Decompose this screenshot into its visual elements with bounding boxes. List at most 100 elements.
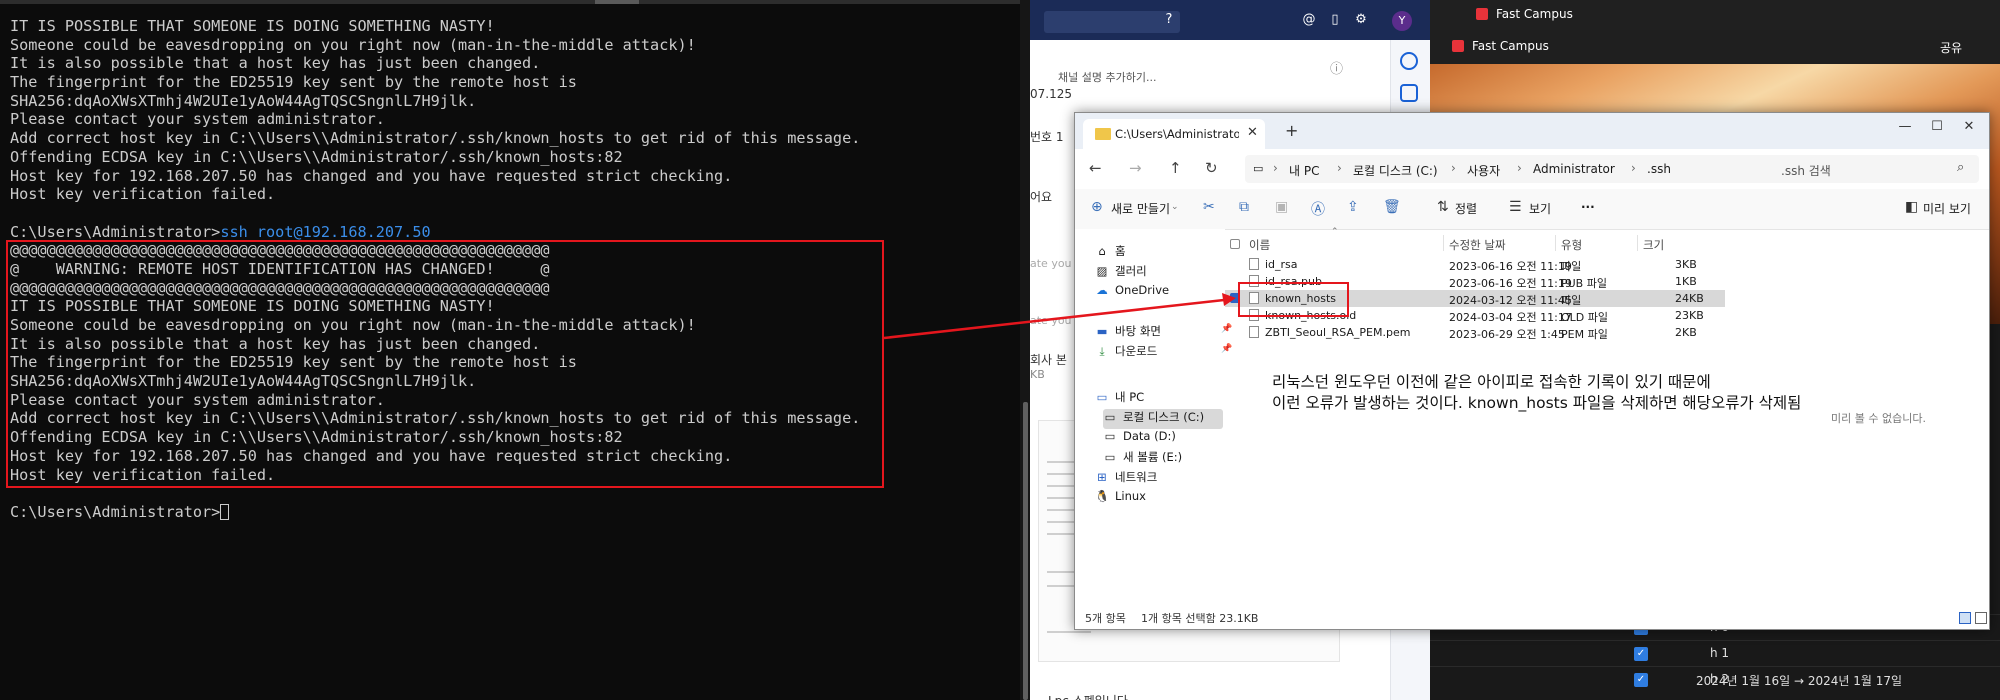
fastcampus-logo-icon [1452,40,1464,52]
file-row[interactable]: id_rsa 2023-06-16 오전 11:19 파일 3KB [1225,256,1725,273]
file-size: 2KB [1675,326,1697,339]
sidebar-item-label: 갤러리 [1115,264,1147,278]
gear-icon[interactable]: ⚙ [1352,11,1370,29]
more-button[interactable]: ··· [1581,200,1595,214]
breadcrumb-item[interactable]: 내 PC [1289,162,1319,179]
new-button[interactable]: 새로 만들기 [1111,200,1170,217]
preview-button[interactable]: 미리 보기 [1923,200,1971,217]
file-type: PUB 파일 [1561,277,1607,290]
checkbox-checked[interactable]: ✓ [1634,673,1648,687]
search-icon[interactable]: ⌕ [1957,160,1964,175]
breadcrumb-item[interactable]: 로컬 디스크 (C:) [1353,162,1438,179]
rename-icon[interactable]: Ⓐ [1311,199,1325,219]
avatar[interactable]: Y [1392,11,1412,31]
info-icon[interactable]: ⓘ [1330,58,1343,77]
channel-description-placeholder[interactable]: 채널 설명 추가하기... [1058,69,1156,85]
file-date: 2024-03-12 오전 11:45 [1449,294,1572,307]
status-selection: 1개 항목 선택함 23.1KB [1141,612,1259,625]
file-explorer-window[interactable]: C:\Users\Administrator\.ssh ✕ + — ☐ ✕ ← … [1074,112,1990,630]
bookmark-icon[interactable]: ▯ [1326,11,1344,29]
details-view-icon[interactable] [1959,612,1971,624]
view-icon: ☰ [1509,199,1522,215]
search-input[interactable]: .ssh 검색 [1781,162,1831,179]
cut-icon[interactable]: ✂ [1203,199,1215,215]
file-icon [1249,326,1259,338]
address-bar[interactable]: ▭ › 내 PC › 로컬 디스크 (C:) › 사용자 › Administr… [1245,155,1835,183]
terminal-window[interactable]: IT IS POSSIBLE THAT SOMEONE IS DOING SOM… [0,0,1030,700]
file-row[interactable]: ZBTI_Seoul_RSA_PEM.pem 2023-06-29 오전 1:4… [1225,324,1725,341]
file-size: 23KB [1675,309,1704,322]
breadcrumb-item[interactable]: 사용자 [1467,162,1500,179]
column-header-name[interactable]: 이름 [1249,237,1270,253]
app-icon[interactable] [1400,52,1418,70]
mention-icon[interactable]: @ [1300,11,1318,29]
column-header-date[interactable]: 수정한 날짜 [1449,237,1506,253]
table-row[interactable]: h 2 ✓ 2024년 1월 16일 → 2024년 1월 17일 [1430,666,2000,693]
navigation-pane: ⌂ 홈 ▨ 갤러리 ☁ OneDrive ▬ 바탕 화면 📌 ⤓ 다운로드 📌 ▭ 내 PC ▭… [1075,229,1232,595]
column-header-size[interactable]: 크기 [1643,237,1664,253]
share-icon[interactable]: ⇪ [1347,199,1359,215]
column-header-type[interactable]: 유형 [1561,237,1582,253]
sidebar-item-drive-c[interactable]: ▭ 로컬 디스크 (C:) [1103,409,1223,429]
terminal-final-prompt-line[interactable]: C:\Users\Administrator> [10,503,860,522]
checkbox-checked[interactable]: ✓ [1634,647,1648,661]
sidebar-item-this-pc[interactable]: ▭ 내 PC [1095,389,1235,409]
refresh-icon[interactable]: ↻ [1205,159,1218,177]
network-icon: ⊞ [1097,470,1107,484]
background-text-fragment: 번호 1 [1030,130,1064,144]
sidebar-item-downloads[interactable]: ⤓ 다운로드 📌 [1095,343,1235,363]
maximize-icon[interactable]: ☐ [1927,119,1947,134]
home-icon: ⌂ [1098,244,1106,258]
terminal-scrollbar-thumb[interactable] [1023,402,1028,700]
file-size: 3KB [1675,258,1697,271]
sidebar-item-drive-e[interactable]: ▭ 새 볼륨 (E:) [1103,449,1243,469]
terminal-tab[interactable] [595,0,639,4]
annotation-line: 리눅스던 윈도우던 이전에 같은 아이피로 접속한 기록이 있기 때문에 [1272,373,1711,391]
sidebar-item-onedrive[interactable]: ☁ OneDrive [1095,283,1235,303]
breadcrumb-item[interactable]: Administrator [1533,162,1615,176]
breadcrumb-item[interactable]: .ssh [1647,162,1671,176]
file-size: 1KB [1675,275,1697,288]
terminal-line: The fingerprint for the ED25519 key sent… [10,73,577,92]
back-icon[interactable]: ← [1089,159,1102,177]
share-button[interactable]: 공유 [1940,39,1962,56]
file-date: 2024-03-04 오전 11:17 [1449,311,1572,324]
downloads-icon: ⤓ [1099,344,1105,358]
sort-button[interactable]: 정렬 [1455,200,1477,217]
minimize-icon[interactable]: — [1895,119,1915,134]
view-button[interactable]: 보기 [1529,200,1551,217]
tiles-view-icon[interactable] [1975,612,1987,624]
folder-icon [1095,128,1111,140]
fastcampus-titlebar: Fast Campus [1430,0,2000,30]
paste-icon[interactable]: ▣ [1275,199,1288,215]
search-box[interactable]: .ssh 검색 ⌕ [1771,155,1979,183]
fastcampus-logo-icon [1476,8,1488,20]
help-icon[interactable]: ? [1160,11,1178,29]
file-date: 2023-06-29 오전 1:45 [1449,328,1565,341]
forward-icon[interactable]: → [1129,159,1142,177]
sidebar-item-drive-d[interactable]: ▭ Data (D:) [1103,429,1243,449]
up-icon[interactable]: ↑ [1169,159,1182,177]
new-icon[interactable]: ⊕ [1091,199,1103,215]
sidebar-item-gallery[interactable]: ▨ 갤러리 [1095,263,1235,283]
table-row[interactable]: h 1 ✓ [1430,640,2000,667]
sort-icon: ⇅ [1437,199,1449,215]
list-icon[interactable] [1400,84,1418,102]
select-all-checkbox[interactable] [1230,239,1240,249]
sidebar-item-network[interactable]: ⊞ 네트워크 [1095,469,1235,489]
copy-icon[interactable]: ⧉ [1239,199,1249,215]
sidebar-item-desktop[interactable]: ▬ 바탕 화면 📌 [1095,323,1235,343]
sidebar-item-label: Linux [1115,489,1146,503]
explorer-tab[interactable]: C:\Users\Administrator\.ssh ✕ [1083,119,1265,149]
close-window-icon[interactable]: ✕ [1959,119,1979,134]
new-tab-icon[interactable]: + [1285,121,1298,140]
fastcampus-tab[interactable]: Fast Campus [1476,0,1676,30]
close-tab-icon[interactable]: ✕ [1247,125,1258,140]
background-text-fragment: 회사 본 [1030,353,1067,367]
drive-icon: ▭ [1104,450,1116,464]
delete-icon[interactable]: 🗑 [1383,199,1401,215]
sidebar-item-home[interactable]: ⌂ 홈 [1095,243,1235,263]
sidebar-item-label: 홈 [1115,244,1126,258]
sidebar-item-linux[interactable]: 🐧 Linux [1095,489,1235,509]
